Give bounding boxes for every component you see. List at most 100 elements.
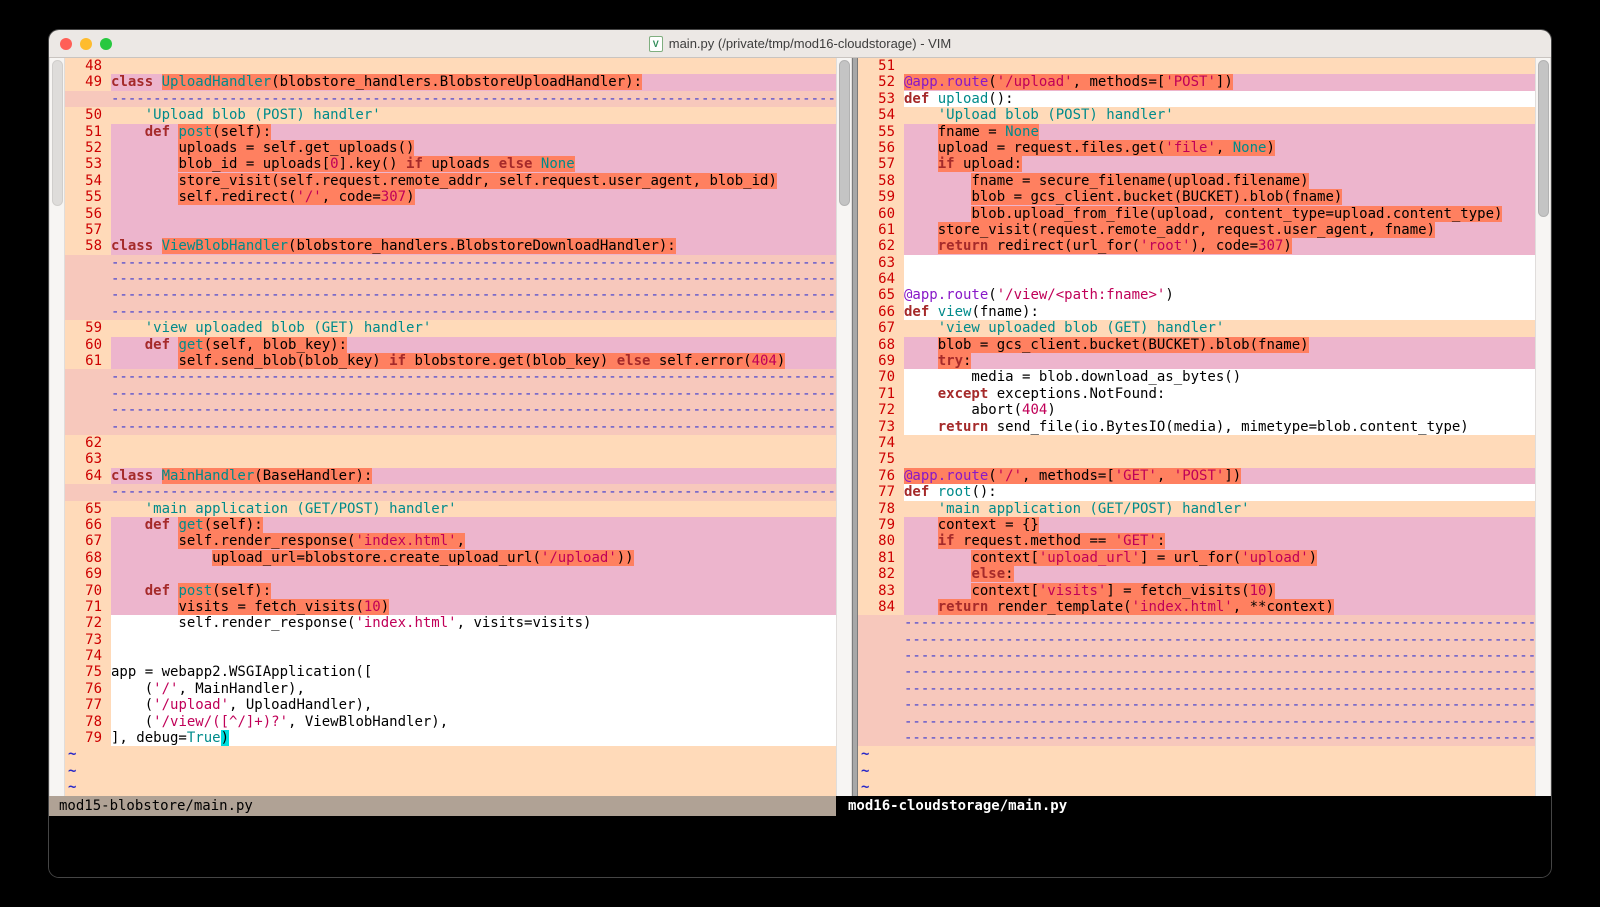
- code-line: 76@app.route('/', methods=['GET', 'POST'…: [858, 468, 1535, 484]
- code-line: 55 self.redirect('/', code=307): [65, 189, 836, 205]
- code-line: 66 def get(self):: [65, 517, 836, 533]
- code-line: 68 blob = gcs_client.bucket(BUCKET).blob…: [858, 337, 1535, 353]
- middle-scrollbar[interactable]: [836, 58, 852, 796]
- code-line: 75: [858, 451, 1535, 467]
- diff-filler-line: ----------------------------------------…: [65, 304, 836, 320]
- code-line: 58class ViewBlobHandler(blobstore_handle…: [65, 238, 836, 254]
- code-line: 51 def post(self):: [65, 124, 836, 140]
- code-line: 79 context = {}: [858, 517, 1535, 533]
- right-scrollbar-thumb[interactable]: [1538, 60, 1549, 217]
- diff-filler-line: ----------------------------------------…: [858, 697, 1535, 713]
- code-line: 64class MainHandler(BaseHandler):: [65, 468, 836, 484]
- code-line: 63: [65, 451, 836, 467]
- diff-filler-line: ----------------------------------------…: [65, 369, 836, 385]
- code-line: 60 blob.upload_from_file(upload, content…: [858, 206, 1535, 222]
- code-line: 65 'main application (GET/POST) handler': [65, 501, 836, 517]
- right-scrollbar[interactable]: [1535, 58, 1551, 796]
- diff-filler-line: ----------------------------------------…: [65, 287, 836, 303]
- code-line: 55 fname = None: [858, 124, 1535, 140]
- code-line: 57 if upload:: [858, 156, 1535, 172]
- code-line: 61 store_visit(request.remote_addr, requ…: [858, 222, 1535, 238]
- vimdiff-content: 4849class UploadHandler(blobstore_handle…: [49, 58, 1551, 816]
- code-line: 62: [65, 435, 836, 451]
- code-line: 67 'view uploaded blob (GET) handler': [858, 320, 1535, 336]
- code-line: 68 upload_url=blobstore.create_upload_ur…: [65, 550, 836, 566]
- command-line-area: [49, 816, 1551, 877]
- code-line: 58 fname = secure_filename(upload.filena…: [858, 173, 1535, 189]
- left-edge-scrollbar[interactable]: [49, 58, 65, 796]
- diff-filler-line: ----------------------------------------…: [858, 648, 1535, 664]
- nontext-tilde-line: ~: [858, 763, 1535, 779]
- document-icon: V: [649, 36, 663, 52]
- code-line: 59 'view uploaded blob (GET) handler': [65, 320, 836, 336]
- code-line: 78 'main application (GET/POST) handler': [858, 501, 1535, 517]
- code-line: 63: [858, 255, 1535, 271]
- code-line: 73: [65, 632, 836, 648]
- code-line: 72 self.render_response('index.html', vi…: [65, 615, 836, 631]
- code-line: 70 def post(self):: [65, 583, 836, 599]
- code-line: 52 uploads = self.get_uploads(): [65, 140, 836, 156]
- code-line: 53def upload():: [858, 91, 1535, 107]
- title-bar[interactable]: V main.py (/private/tmp/mod16-cloudstora…: [49, 30, 1551, 58]
- code-line: 69 try:: [858, 353, 1535, 369]
- code-line: 54 store_visit(self.request.remote_addr,…: [65, 173, 836, 189]
- code-line: 66def view(fname):: [858, 304, 1535, 320]
- code-line: 78 ('/view/([^/]+)?', ViewBlobHandler),: [65, 714, 836, 730]
- code-line: 56 upload = request.files.get('file', No…: [858, 140, 1535, 156]
- diff-filler-line: ----------------------------------------…: [858, 632, 1535, 648]
- diff-filler-line: ----------------------------------------…: [65, 402, 836, 418]
- code-line: 75app = webapp2.WSGIApplication([: [65, 664, 836, 680]
- left-editor-pane[interactable]: 4849class UploadHandler(blobstore_handle…: [65, 58, 836, 796]
- diff-filler-line: ----------------------------------------…: [858, 681, 1535, 697]
- code-line: 60 def get(self, blob_key):: [65, 337, 836, 353]
- code-line: 82 else:: [858, 566, 1535, 582]
- code-line: 67 self.render_response('index.html',: [65, 533, 836, 549]
- code-line: 72 abort(404): [858, 402, 1535, 418]
- code-line: 83 context['visits'] = fetch_visits(10): [858, 583, 1535, 599]
- code-line: 70 media = blob.download_as_bytes(): [858, 369, 1535, 385]
- diff-filler-line: ----------------------------------------…: [858, 714, 1535, 730]
- code-line: 49class UploadHandler(blobstore_handlers…: [65, 74, 836, 90]
- nontext-tilde-line: ~: [65, 746, 836, 762]
- diff-filler-line: ----------------------------------------…: [65, 419, 836, 435]
- code-line: 61 self.send_blob(blob_key) if blobstore…: [65, 353, 836, 369]
- statusline-right: mod16-cloudstorage/main.py: [836, 796, 1551, 816]
- code-line: 84 return render_template('index.html', …: [858, 599, 1535, 615]
- code-line: 77 ('/upload', UploadHandler),: [65, 697, 836, 713]
- code-line: 52@app.route('/upload', methods=['POST']…: [858, 74, 1535, 90]
- code-line: 64: [858, 271, 1535, 287]
- window-title-area: V main.py (/private/tmp/mod16-cloudstora…: [49, 36, 1551, 52]
- code-line: 79], debug=True): [65, 730, 836, 746]
- code-line: 74: [858, 435, 1535, 451]
- middle-scrollbar-thumb[interactable]: [839, 60, 850, 206]
- diff-filler-line: ----------------------------------------…: [858, 664, 1535, 680]
- code-line: 74: [65, 648, 836, 664]
- statusline-left: mod15-blobstore/main.py: [49, 796, 836, 816]
- diff-filler-line: ----------------------------------------…: [65, 484, 836, 500]
- left-edge-scrollbar-thumb[interactable]: [52, 60, 63, 206]
- code-line: 56: [65, 206, 836, 222]
- code-line: 48: [65, 58, 836, 74]
- code-line: 71 except exceptions.NotFound:: [858, 386, 1535, 402]
- diff-filler-line: ----------------------------------------…: [858, 615, 1535, 631]
- code-line: 69: [65, 566, 836, 582]
- nontext-tilde-line: ~: [858, 779, 1535, 795]
- nontext-tilde-line: ~: [65, 763, 836, 779]
- code-line: 57: [65, 222, 836, 238]
- code-line: 51: [858, 58, 1535, 74]
- diff-filler-line: ----------------------------------------…: [65, 255, 836, 271]
- diff-filler-line: ----------------------------------------…: [65, 386, 836, 402]
- code-line: 54 'Upload blob (POST) handler': [858, 107, 1535, 123]
- code-line: 62 return redirect(url_for('root'), code…: [858, 238, 1535, 254]
- code-line: 76 ('/', MainHandler),: [65, 681, 836, 697]
- code-line: 65@app.route('/view/<path:fname>'): [858, 287, 1535, 303]
- code-line: 50 'Upload blob (POST) handler': [65, 107, 836, 123]
- code-line: 77def root():: [858, 484, 1535, 500]
- macvim-window: V main.py (/private/tmp/mod16-cloudstora…: [49, 30, 1551, 877]
- diff-filler-line: ----------------------------------------…: [65, 91, 836, 107]
- code-line: 73 return send_file(io.BytesIO(media), m…: [858, 419, 1535, 435]
- code-line: 80 if request.method == 'GET':: [858, 533, 1535, 549]
- code-line: 71 visits = fetch_visits(10): [65, 599, 836, 615]
- right-editor-pane[interactable]: 5152@app.route('/upload', methods=['POST…: [858, 58, 1535, 796]
- window-title: main.py (/private/tmp/mod16-cloudstorage…: [669, 36, 952, 51]
